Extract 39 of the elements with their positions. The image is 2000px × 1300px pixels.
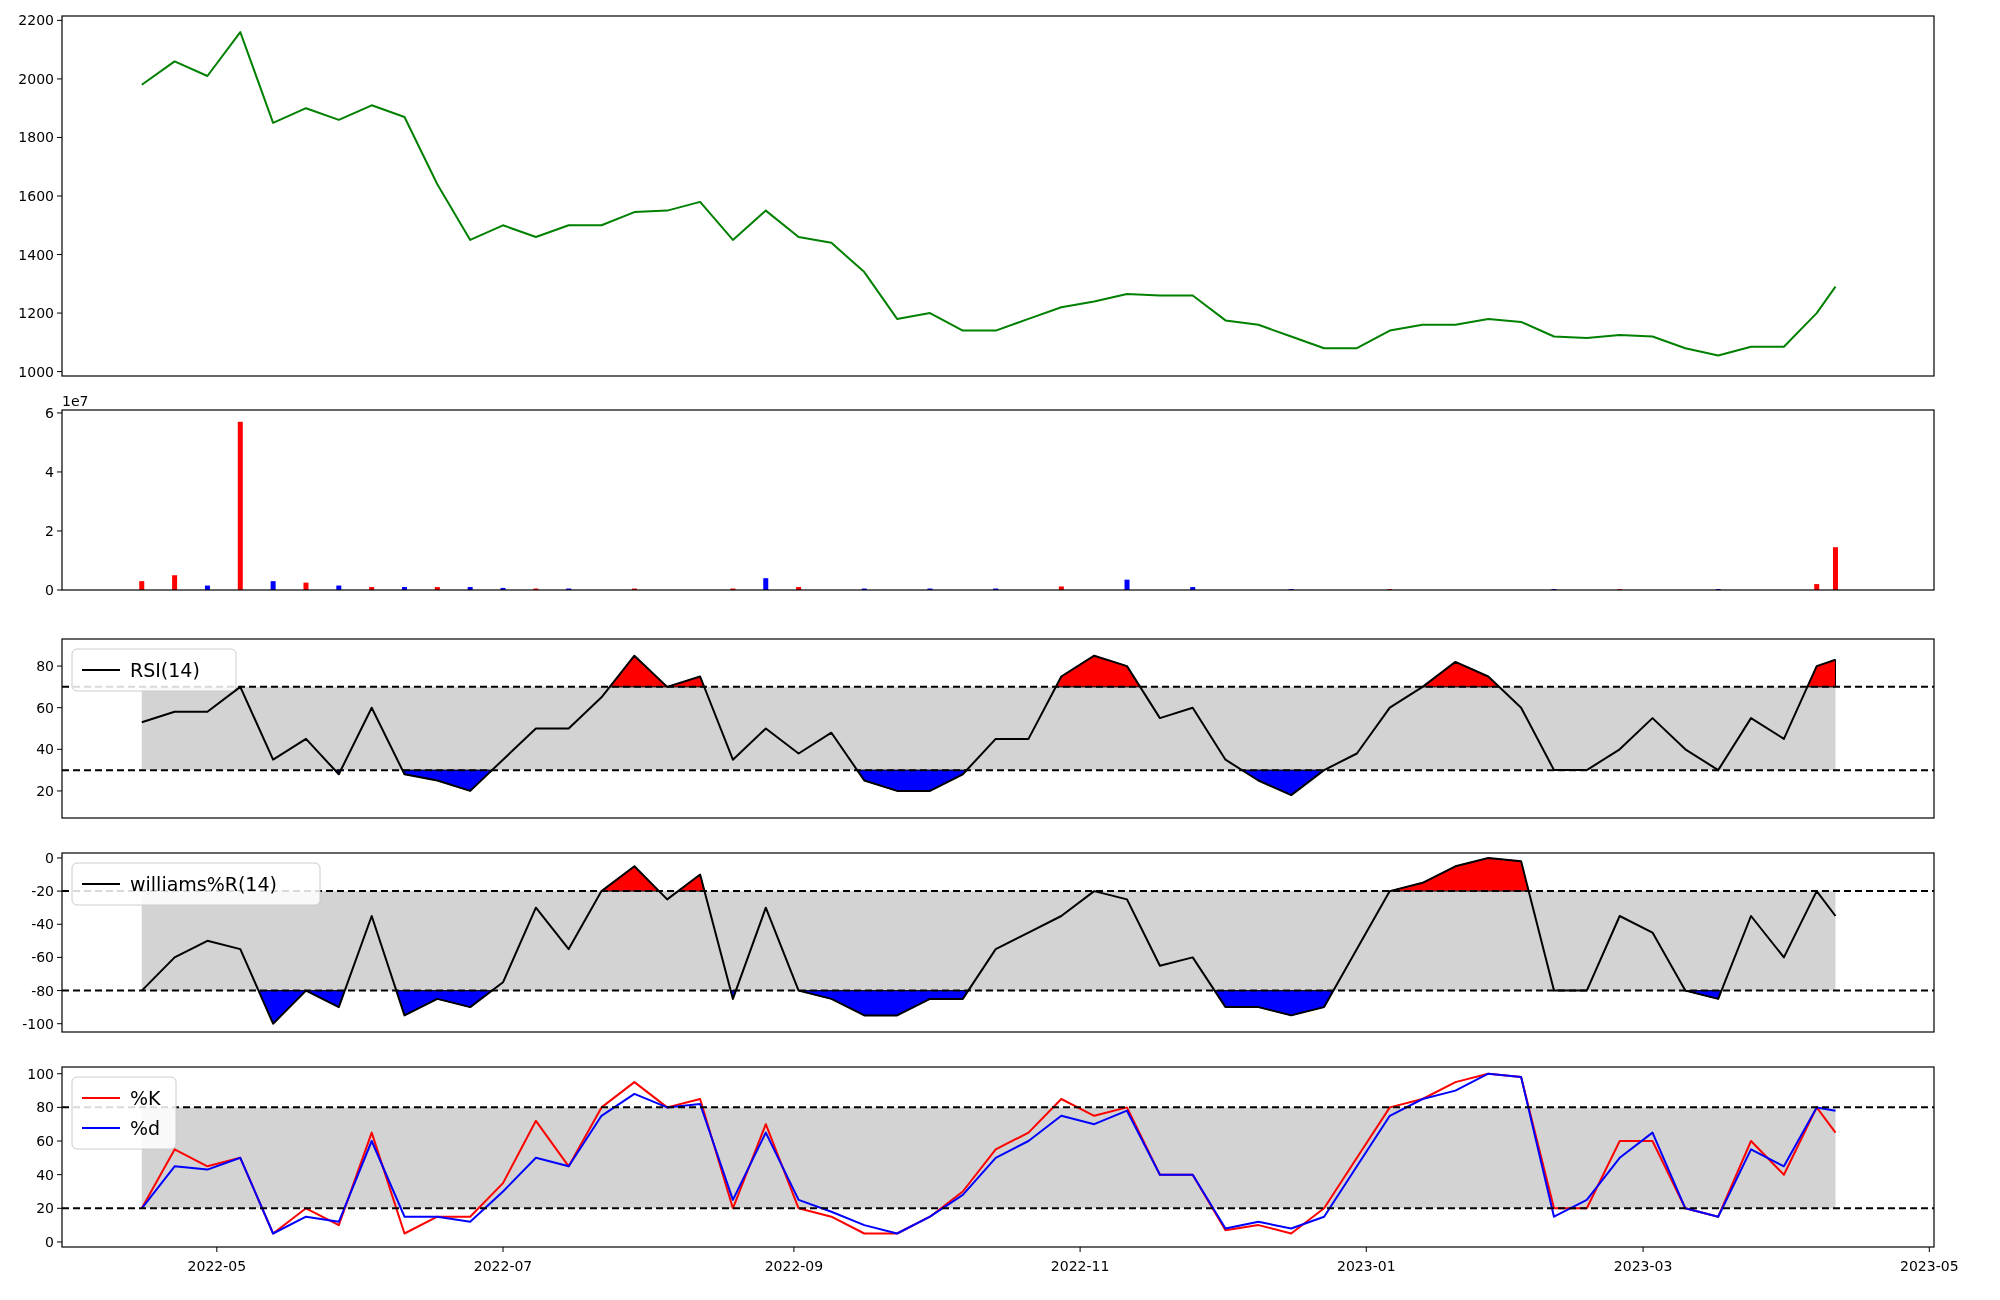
axis-tick-label: -80: [31, 982, 54, 999]
axis-tick-label: 2: [45, 523, 54, 539]
legend-label: williams%R(14): [130, 873, 277, 895]
axis-tick-label: 20: [36, 782, 54, 799]
axis-tick-label: 2022-09: [764, 1258, 824, 1274]
axis-tick-label: -60: [31, 949, 54, 966]
axis-tick-label: 100: [27, 1065, 54, 1082]
legend-label: %d: [130, 1117, 161, 1139]
axis-tick-label: -20: [31, 883, 54, 900]
axis-tick-label: 1800: [18, 129, 54, 146]
axis-tick-label: 6: [45, 404, 54, 421]
axis-tick-label: 0: [45, 582, 54, 598]
axis-offset-label: 1e7: [62, 393, 89, 409]
axis-tick-label: 4: [45, 463, 54, 480]
axis-tick-label: 2022-05: [187, 1258, 247, 1274]
axis-tick-label: 60: [36, 1133, 54, 1149]
axis-tick-label: 2023-03: [1613, 1258, 1673, 1274]
legend-label: RSI(14): [130, 659, 200, 681]
axis-tick-label: 2200: [18, 12, 54, 29]
axis-tick-label: 80: [36, 1099, 54, 1116]
axis-tick-label: 2023-05: [1900, 1258, 1959, 1274]
axis-tick-label: 40: [36, 741, 54, 758]
axis-tick-label: 0: [45, 849, 54, 866]
axis-tick-label: 2000: [18, 70, 54, 87]
axis-tick-label: 20: [36, 1200, 54, 1217]
axis-tick-label: 1400: [18, 246, 54, 263]
axis-tick-label: 2023-01: [1337, 1258, 1396, 1274]
axis-tick-label: 1200: [18, 305, 54, 322]
axis-tick-label: 0: [45, 1233, 54, 1250]
axis-tick-label: -100: [22, 1015, 54, 1032]
axis-tick-label: 1000: [18, 363, 54, 380]
axis-tick-label: 2022-07: [473, 1258, 533, 1274]
axis-tick-label: 2022-11: [1050, 1258, 1110, 1274]
axis-tick-label: 1600: [18, 188, 54, 204]
axis-tick-label: 40: [36, 1166, 54, 1183]
axis-tick-label: -40: [31, 916, 54, 933]
axis-tick-label: 80: [36, 658, 54, 675]
axis-tick-label: 60: [36, 699, 54, 716]
legend-label: %K: [130, 1087, 161, 1109]
